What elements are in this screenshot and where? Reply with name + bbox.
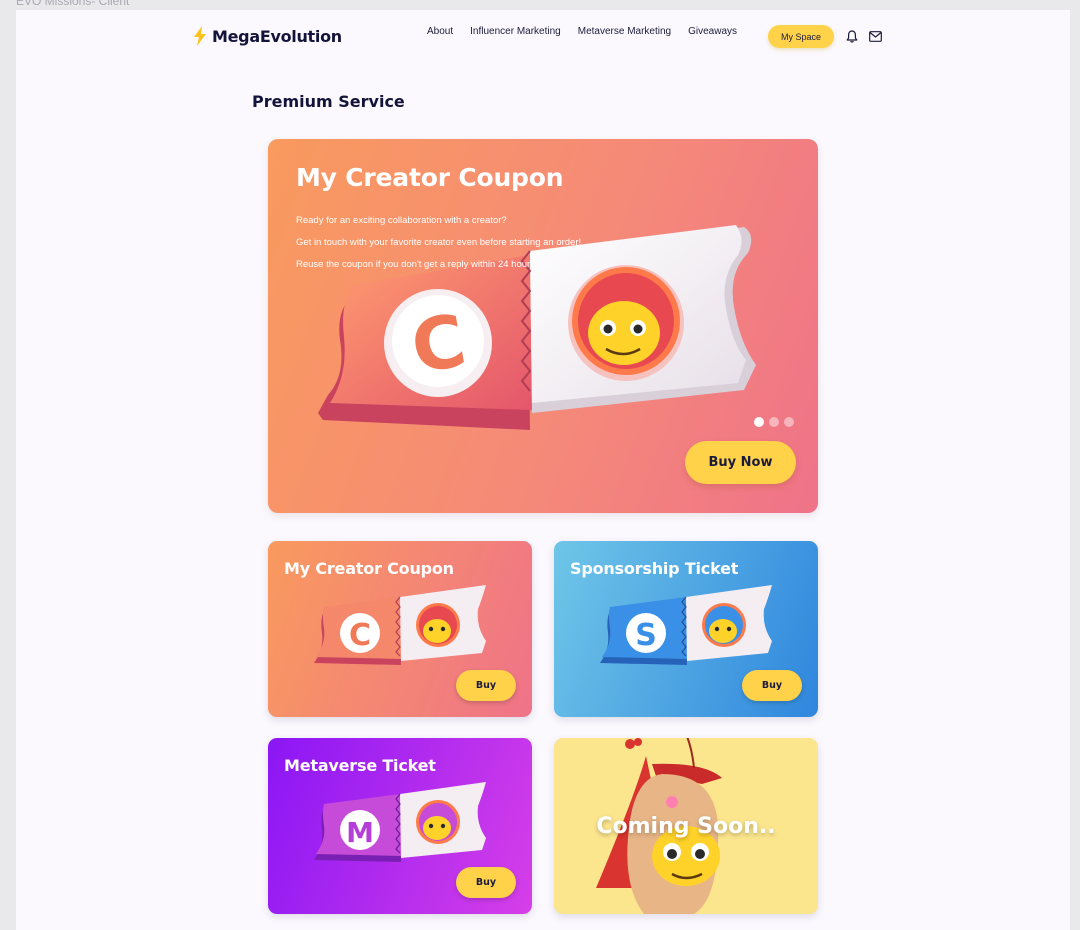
brand-logo[interactable]: MegaEvolution <box>192 26 342 46</box>
buy-now-button[interactable]: Buy Now <box>685 441 796 484</box>
metaverse-ticket-image: M <box>314 782 486 862</box>
brand-name: MegaEvolution <box>212 26 342 46</box>
card-title: Sponsorship Ticket <box>570 559 739 578</box>
top-nav: MegaEvolution About Influencer Marketing… <box>16 10 1070 66</box>
my-space-button[interactable]: My Space <box>768 25 834 48</box>
carousel-dots <box>754 417 794 427</box>
product-card-metaverse-ticket[interactable]: M Metaverse Ticket Buy <box>268 738 532 914</box>
nav-link-about[interactable]: About <box>427 26 453 37</box>
mail-icon[interactable] <box>869 31 882 42</box>
lightning-icon <box>194 26 206 46</box>
card-title: Metaverse Ticket <box>284 756 436 775</box>
window-caption: EVO Missions- Client <box>16 0 130 8</box>
bell-icon[interactable] <box>846 30 858 43</box>
creator-coupon-ticket-image: C <box>318 225 756 430</box>
coming-soon-label: Coming Soon.. <box>596 814 776 839</box>
buy-button[interactable]: Buy <box>456 867 516 898</box>
buy-button[interactable]: Buy <box>456 670 516 701</box>
card-title: My Creator Coupon <box>284 559 454 578</box>
nav-link-influencer-marketing[interactable]: Influencer Marketing <box>470 26 561 37</box>
product-card-creator-coupon[interactable]: C My Creator Coupon Buy <box>268 541 532 717</box>
nav-link-metaverse-marketing[interactable]: Metaverse Marketing <box>578 26 671 37</box>
hero-title: My Creator Coupon <box>296 163 564 192</box>
carousel-dot-active[interactable] <box>754 417 764 427</box>
hero-description-line: Ready for an exciting collaboration with… <box>296 215 507 226</box>
app-frame: MegaEvolution About Influencer Marketing… <box>16 10 1070 930</box>
svg-text:M: M <box>346 816 374 849</box>
nav-link-giveaways[interactable]: Giveaways <box>688 26 737 37</box>
sponsorship-ticket-image: S <box>600 585 772 665</box>
product-card-coming-soon: Coming Soon.. <box>554 738 818 914</box>
carousel-dot[interactable] <box>769 417 779 427</box>
page-title: Premium Service <box>252 92 405 111</box>
hero-description-line: Reuse the coupon if you don't get a repl… <box>296 259 538 270</box>
svg-text:C: C <box>349 618 371 653</box>
hero-description-line: Get in touch with your favorite creator … <box>296 237 582 248</box>
carousel-dot[interactable] <box>784 417 794 427</box>
buy-button[interactable]: Buy <box>742 670 802 701</box>
nav-links: About Influencer Marketing Metaverse Mar… <box>427 26 754 37</box>
creator-coupon-ticket-image: C <box>314 585 486 665</box>
product-card-sponsorship-ticket[interactable]: S Sponsorship Ticket Buy <box>554 541 818 717</box>
svg-text:S: S <box>635 618 657 653</box>
hero-banner: C My Creator Coupon Ready for an excitin… <box>268 139 818 513</box>
